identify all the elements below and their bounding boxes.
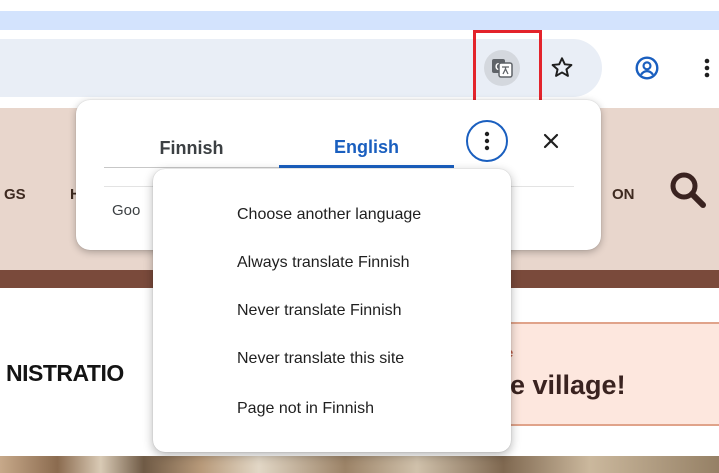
page-headline-fragment: NISTRATIO	[6, 360, 124, 386]
more-vert-icon	[484, 131, 490, 151]
tab-strip	[0, 0, 719, 31]
tab-strip-bar	[0, 11, 719, 31]
nav-item-fragment[interactable]: ON	[612, 186, 635, 203]
translate-options-button[interactable]	[466, 120, 508, 162]
site-photo	[0, 456, 719, 473]
google-translate-label: Goo	[112, 202, 141, 219]
translate-options-menu: Choose another language Always translate…	[153, 169, 511, 452]
tab-finnish[interactable]: Finnish	[104, 130, 279, 168]
village-banner-text: e village!	[510, 370, 626, 400]
more-vert-icon[interactable]	[694, 50, 719, 86]
site-search-icon[interactable]	[668, 170, 708, 215]
translate-icon-highlight	[473, 30, 542, 104]
tab-english[interactable]: English	[279, 130, 454, 168]
close-button[interactable]	[534, 124, 568, 158]
profile-icon[interactable]	[629, 50, 665, 86]
menu-item-never-translate-language[interactable]: Never translate Finnish	[153, 291, 511, 331]
menu-item-choose-language[interactable]: Choose another language	[153, 195, 511, 235]
menu-item-page-not-in-language[interactable]: Page not in Finnish	[153, 389, 511, 429]
nav-item-fragment[interactable]: GS	[4, 186, 26, 203]
close-icon	[543, 133, 559, 149]
star-icon[interactable]	[544, 50, 580, 86]
menu-item-never-translate-site[interactable]: Never translate this site	[153, 339, 511, 379]
browser-toolbar: G	[0, 30, 719, 108]
menu-item-always-translate[interactable]: Always translate Finnish	[153, 243, 511, 283]
